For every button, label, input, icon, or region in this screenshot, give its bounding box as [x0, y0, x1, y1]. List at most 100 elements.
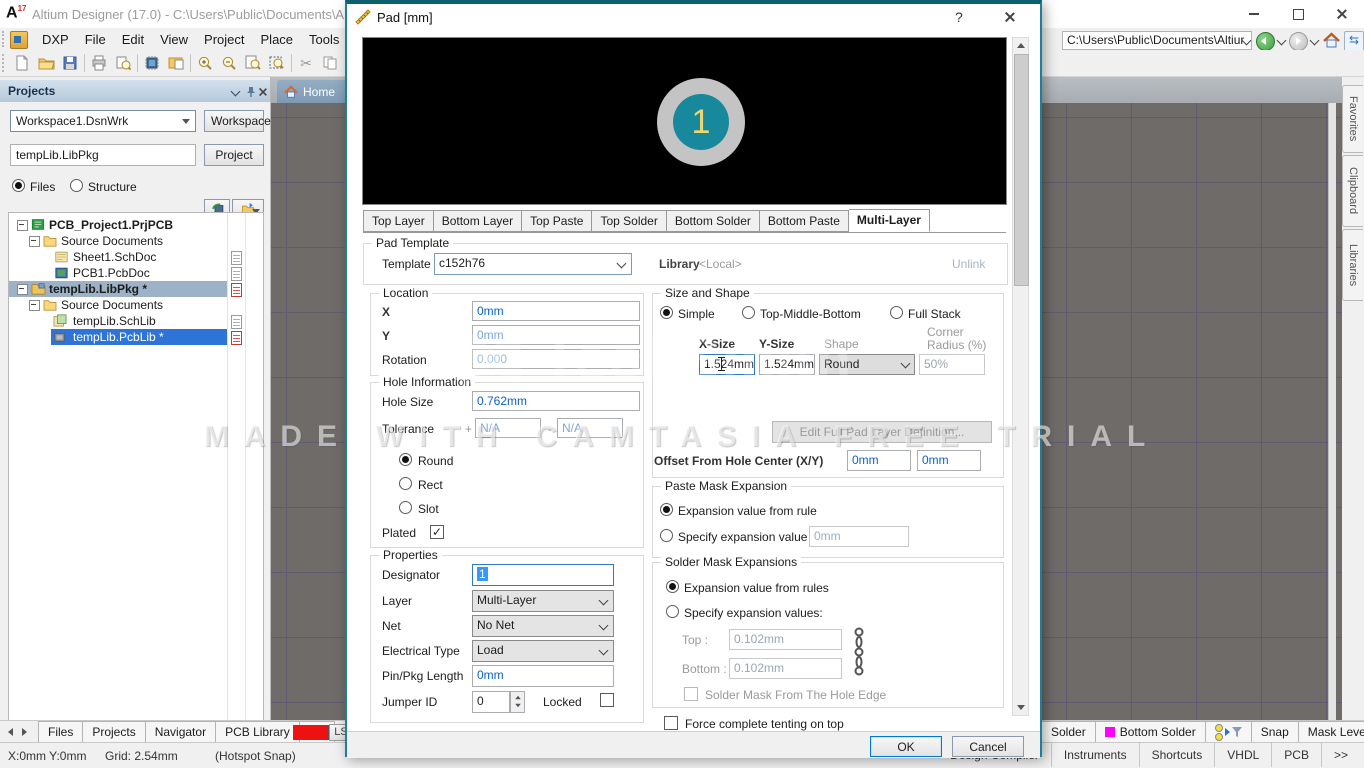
tab-top-layer[interactable]: Top Layer: [363, 210, 434, 232]
scroll-up-icon[interactable]: [1017, 43, 1025, 48]
tab-multi-layer[interactable]: Multi-Layer: [849, 209, 930, 232]
layer-dropdown[interactable]: Multi-Layer: [472, 590, 614, 612]
jumper-id-field[interactable]: 0: [472, 691, 510, 713]
offset-y-field[interactable]: 0mm: [917, 450, 981, 471]
locked-checkbox[interactable]: [600, 693, 614, 707]
electrical-type-dropdown[interactable]: Load: [472, 640, 614, 662]
minimize-button[interactable]: [1232, 0, 1276, 28]
tree-row-templib-pcblib[interactable]: tempLib.PcbLib *: [9, 329, 263, 345]
paste-specify-radio[interactable]: [660, 529, 673, 542]
solder-top-field[interactable]: 0.102mm: [729, 629, 842, 650]
component-button[interactable]: [142, 53, 162, 73]
offset-x-field[interactable]: 0mm: [847, 450, 911, 471]
forward-button[interactable]: [1289, 32, 1308, 51]
shape-dropdown[interactable]: Round: [819, 354, 915, 375]
solder-specify-radio[interactable]: [666, 605, 679, 618]
project-name-field[interactable]: tempLib.LibPkg: [10, 144, 196, 166]
solder-hole-edge-checkbox[interactable]: [684, 687, 698, 701]
copy-button[interactable]: [320, 53, 340, 73]
zoom-selection-button[interactable]: [267, 53, 287, 73]
tab-scroll-left-icon[interactable]: [8, 728, 13, 736]
tab-pcb-library[interactable]: PCB Library: [216, 721, 300, 743]
menu-project[interactable]: Project: [196, 29, 252, 50]
tab-bottom-solder[interactable]: Bottom Solder: [667, 210, 760, 232]
tolerance-minus-field[interactable]: N/A: [557, 418, 623, 438]
corner-radius-field[interactable]: 50%: [919, 354, 985, 375]
solder-bottom-field[interactable]: 0.102mm: [729, 658, 842, 679]
menu-tools[interactable]: Tools: [301, 29, 347, 50]
tree-row-templib-libpkg[interactable]: tempLib.LibPkg *: [9, 281, 263, 297]
mask-level-button[interactable]: Mask Level: [1299, 721, 1364, 743]
tab-scroll-right-icon[interactable]: [22, 728, 27, 736]
dialog-scrollbar[interactable]: [1012, 37, 1029, 716]
tab-files[interactable]: Files: [38, 721, 83, 743]
tab-top-solder[interactable]: Top Solder: [592, 210, 666, 232]
menu-dxp[interactable]: DXP: [34, 29, 77, 50]
dialog-close-icon[interactable]: [1005, 12, 1015, 22]
tab-home[interactable]: Home: [277, 80, 347, 103]
force-tenting-checkbox[interactable]: [664, 716, 678, 730]
hole-rect-radio[interactable]: [399, 477, 412, 490]
status-shortcuts[interactable]: Shortcuts: [1140, 743, 1216, 767]
tab-bottom-layer[interactable]: Bottom Layer: [434, 210, 522, 232]
toolbar-grip[interactable]: [2, 31, 8, 47]
close-button[interactable]: [1320, 0, 1364, 28]
open-button[interactable]: [36, 53, 56, 73]
template-combo[interactable]: c152h76: [434, 253, 632, 275]
menu-place[interactable]: Place: [253, 29, 302, 50]
print-preview-button[interactable]: [113, 53, 133, 73]
cancel-button[interactable]: Cancel: [952, 736, 1024, 757]
collapse-icon[interactable]: [17, 284, 28, 295]
back-button[interactable]: [1256, 32, 1275, 51]
tree-row-source-docs1[interactable]: Source Documents: [9, 233, 263, 249]
address-bar[interactable]: C:\Users\Public\Documents\Altiur: [1062, 31, 1252, 50]
status-pcb[interactable]: PCB: [1272, 743, 1322, 767]
zoom-in-button[interactable]: [195, 53, 215, 73]
tab-projects[interactable]: Projects: [83, 721, 145, 743]
edit-full-pad-layer-button[interactable]: Edit Full Pad Layer Definition...: [772, 421, 992, 443]
tab-top-paste[interactable]: Top Paste: [522, 210, 592, 232]
toolbar-grip2[interactable]: [2, 54, 8, 72]
paste-rule-radio[interactable]: [660, 503, 673, 516]
print-button[interactable]: [89, 53, 109, 73]
scrollbar-thumb[interactable]: [1014, 54, 1029, 286]
dialog-title-bar[interactable]: Pad [mm] ?: [347, 4, 1040, 30]
pin-icon[interactable]: [245, 86, 257, 98]
maximize-button[interactable]: [1276, 0, 1320, 28]
tree-row-source-docs2[interactable]: Source Documents: [9, 297, 263, 313]
layer-filter-icons[interactable]: [1206, 721, 1252, 743]
dxp-icon[interactable]: [10, 31, 28, 49]
status-more[interactable]: >>: [1322, 743, 1360, 767]
rotation-field[interactable]: 0.000: [472, 349, 640, 369]
structure-radio[interactable]: [70, 179, 83, 192]
status-instruments[interactable]: Instruments: [1052, 743, 1140, 767]
link-values-chain-icon[interactable]: [852, 627, 866, 677]
tab-top-solder-partial[interactable]: Solder: [1042, 721, 1096, 743]
workspace-button[interactable]: Workspace: [204, 110, 264, 132]
tree-row-sheet1[interactable]: Sheet1.SchDoc: [9, 249, 263, 265]
tree-row-pcb1[interactable]: PCB1.PcbDoc: [9, 265, 263, 281]
project-button[interactable]: Project: [204, 144, 264, 166]
files-radio[interactable]: [12, 179, 25, 192]
hole-round-radio[interactable]: [399, 453, 412, 466]
full-stack-radio[interactable]: [890, 306, 903, 319]
refresh-button[interactable]: ⇆: [1344, 31, 1364, 52]
workspace-panels-button[interactable]: [166, 53, 186, 73]
collapse-icon[interactable]: [29, 300, 40, 311]
dialog-help-button[interactable]: ?: [955, 9, 963, 25]
tab-bottom-paste[interactable]: Bottom Paste: [760, 210, 849, 232]
home-button[interactable]: [1322, 31, 1341, 50]
new-document-button[interactable]: [12, 53, 32, 73]
panel-menu-icon[interactable]: [231, 87, 241, 97]
ok-button[interactable]: OK: [870, 736, 942, 757]
tab-navigator[interactable]: Navigator: [146, 721, 216, 743]
collapse-icon[interactable]: [29, 236, 40, 247]
designator-field[interactable]: 1: [472, 564, 614, 586]
tree-row-project1[interactable]: PCB_Project1.PrjPCB: [9, 217, 263, 233]
workspace-combo[interactable]: Workspace1.DsnWrk: [10, 110, 196, 132]
tolerance-plus-field[interactable]: N/A: [475, 418, 541, 438]
pin-pkg-field[interactable]: 0mm: [472, 665, 614, 687]
location-x-field[interactable]: 0mm: [472, 301, 640, 321]
hole-slot-radio[interactable]: [399, 501, 412, 514]
spinner-up-icon[interactable]: [515, 696, 521, 700]
